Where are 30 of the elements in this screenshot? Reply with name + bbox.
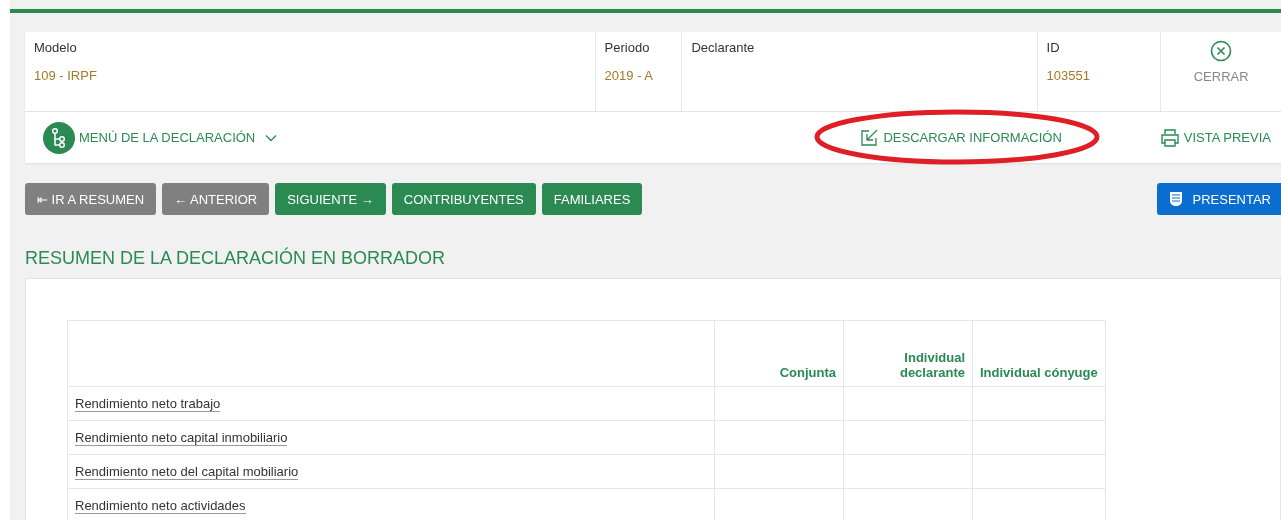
submit-button[interactable]: PRESENTAR bbox=[1156, 183, 1281, 215]
column-header: Individual cónyuge bbox=[980, 365, 1098, 380]
section-title: RESUMEN DE LA DECLARACIÓN EN BORRADOR bbox=[25, 248, 447, 269]
field-value: 103551 bbox=[1046, 68, 1091, 83]
nav-button[interactable]: ← ANTERIOR bbox=[162, 183, 270, 215]
close-button[interactable]: CERRAR bbox=[1161, 32, 1281, 111]
column-header: Individual declarante bbox=[899, 350, 965, 380]
declaration-menu-button[interactable]: MENÚ DE LA DECLARACIÓN bbox=[43, 121, 278, 154]
row-link[interactable]: Rendimiento neto trabajo bbox=[75, 396, 221, 412]
field-value: 109 - IRPF bbox=[34, 68, 98, 83]
nav-button[interactable]: ⇤ IR A RESUMEN bbox=[25, 183, 157, 215]
nav-button[interactable]: CONTRIBUYENTES bbox=[391, 183, 536, 215]
field-label: ID bbox=[1046, 40, 1061, 55]
field-label: Periodo bbox=[604, 40, 651, 55]
column-header: Conjunta bbox=[779, 365, 836, 380]
download-icon bbox=[861, 129, 880, 146]
close-icon bbox=[1210, 40, 1233, 62]
row-link[interactable]: Rendimiento neto actividades bbox=[75, 498, 246, 514]
field-value: 2019 - A bbox=[604, 68, 655, 83]
nav-button[interactable]: SIGUIENTE → bbox=[275, 183, 386, 215]
preview-link[interactable]: VISTA PREVIA bbox=[1159, 128, 1271, 147]
nav-button[interactable]: FAMILIARES bbox=[541, 183, 643, 215]
shield-icon bbox=[1168, 191, 1183, 207]
chevron-down-icon bbox=[265, 133, 278, 142]
printer-icon bbox=[1159, 128, 1180, 147]
row-link[interactable]: Rendimiento neto del capital mobiliario bbox=[75, 464, 299, 480]
field-label: Declarante bbox=[691, 40, 756, 55]
branch-icon bbox=[43, 121, 75, 154]
field-label: Modelo bbox=[34, 40, 78, 55]
row-link[interactable]: Rendimiento neto capital inmobiliario bbox=[75, 430, 288, 446]
